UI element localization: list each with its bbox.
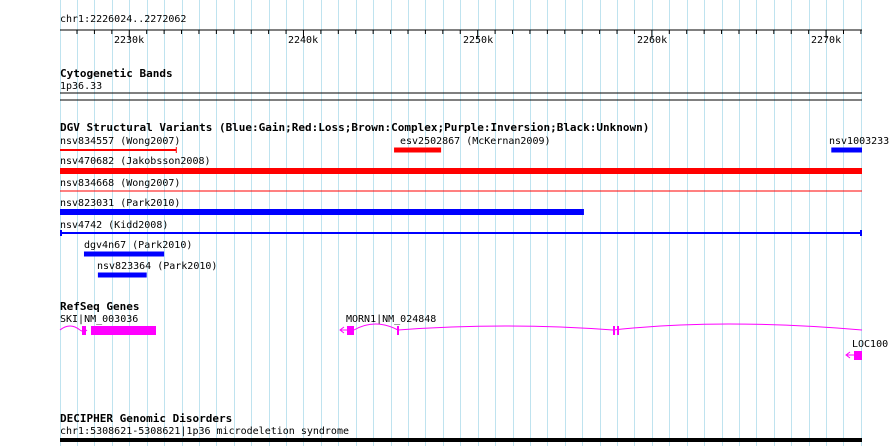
grid-line	[251, 0, 252, 446]
dgv-track-title[interactable]: DGV Structural Variants (Blue:Gain;Red:L…	[60, 121, 649, 134]
gene-morn1-exon	[613, 326, 615, 335]
gene-label-morn1[interactable]: MORN1|NM_024848	[346, 314, 436, 326]
gene-label-ski[interactable]: SKI|NM_003036	[60, 314, 138, 326]
dgv-feature-bar	[60, 168, 862, 174]
grid-line	[391, 0, 392, 446]
location-label: chr1:2226024..2272062	[60, 14, 187, 25]
grid-line	[687, 0, 688, 446]
cytoband-label[interactable]: 1p36.33	[60, 81, 102, 93]
grid-line	[495, 0, 496, 446]
grid-line	[460, 0, 461, 446]
dgv-feature-label[interactable]: dgv4n67 (Park2010)	[84, 240, 192, 252]
grid-line	[286, 0, 287, 446]
ruler-tick-label: 2230k	[114, 35, 145, 46]
decipher-track-title[interactable]: DECIPHER Genomic Disorders	[60, 412, 232, 425]
grid-line	[756, 0, 757, 446]
grid-line	[774, 0, 775, 446]
grid-line	[826, 0, 827, 446]
ruler-tick-label: 2260k	[637, 35, 668, 46]
grid-line	[669, 0, 670, 446]
dgv-feature-bar	[97, 272, 147, 278]
dgv-feature-label[interactable]: nsv834668 (Wong2007)	[60, 178, 180, 190]
grid-line	[704, 0, 705, 446]
decipher-feature-label[interactable]: chr1:5308621-5308621|1p36 microdeletion …	[60, 426, 349, 438]
grid-line	[652, 0, 653, 446]
grid-line	[722, 0, 723, 446]
grid-line	[182, 0, 183, 446]
dgv-feature-label[interactable]: nsv4742 (Kidd2008)	[60, 220, 168, 232]
dgv-feature-label[interactable]: nsv823364 (Park2010)	[97, 261, 217, 273]
dgv-feature-label[interactable]: esv2502867 (McKernan2009)	[400, 136, 551, 148]
gene-loc100-arrow	[845, 351, 851, 359]
gene-morn1-exon	[347, 326, 354, 335]
dgv-feature-label[interactable]: nsv823031 (Park2010)	[60, 198, 180, 210]
dgv-feature-label[interactable]: nsv1003233	[829, 136, 889, 148]
gene-label-loc100[interactable]: LOC100	[852, 339, 888, 351]
dgv-feature-bar	[60, 190, 862, 192]
grid-line	[425, 0, 426, 446]
grid-line	[843, 0, 844, 446]
grid-line	[565, 0, 566, 446]
grid-line	[739, 0, 740, 446]
genome-browser-view: chr1:2226024..2272062 2230k 2240k 2250k 226…	[0, 0, 890, 446]
grid-line	[634, 0, 635, 446]
gene-ski-exon	[82, 326, 86, 335]
grid-line	[373, 0, 374, 446]
refseq-track-title[interactable]: RefSeq Genes	[60, 300, 139, 313]
ruler-tick-label: 2250k	[463, 35, 494, 46]
grid-line	[530, 0, 531, 446]
cytoband-track-title[interactable]: Cytogenetic Bands	[60, 67, 173, 80]
grid-line	[234, 0, 235, 446]
grid-line	[216, 0, 217, 446]
grid-line	[600, 0, 601, 446]
grid-line	[617, 0, 618, 446]
ruler-tick-label: 2240k	[288, 35, 319, 46]
gene-morn1-arrow	[339, 326, 345, 334]
grid-line	[303, 0, 304, 446]
decipher-feature-bar	[60, 438, 862, 442]
grid-line	[321, 0, 322, 446]
gene-morn1-exon	[397, 326, 399, 335]
grid-line	[269, 0, 270, 446]
grid-line	[408, 0, 409, 446]
dgv-feature-bar	[60, 232, 862, 234]
grid-line	[356, 0, 357, 446]
dgv-feature-bar	[831, 147, 862, 153]
dgv-feature-label[interactable]: nsv834557 (Wong2007)	[60, 136, 180, 148]
grid-line	[547, 0, 548, 446]
dgv-feature-label[interactable]: nsv470682 (Jakobsson2008)	[60, 156, 211, 168]
grid-line	[443, 0, 444, 446]
grid-line	[513, 0, 514, 446]
dgv-feature-bar	[394, 147, 442, 153]
grid-line	[338, 0, 339, 446]
grid-line	[809, 0, 810, 446]
grid-line	[861, 0, 862, 446]
dgv-feature-bar	[83, 251, 165, 257]
grid-line	[478, 0, 479, 446]
gene-ski-intron	[59, 325, 88, 332]
grid-line	[199, 0, 200, 446]
grid-line	[791, 0, 792, 446]
ruler-tick-label: 2270k	[811, 35, 842, 46]
grid-line	[582, 0, 583, 446]
